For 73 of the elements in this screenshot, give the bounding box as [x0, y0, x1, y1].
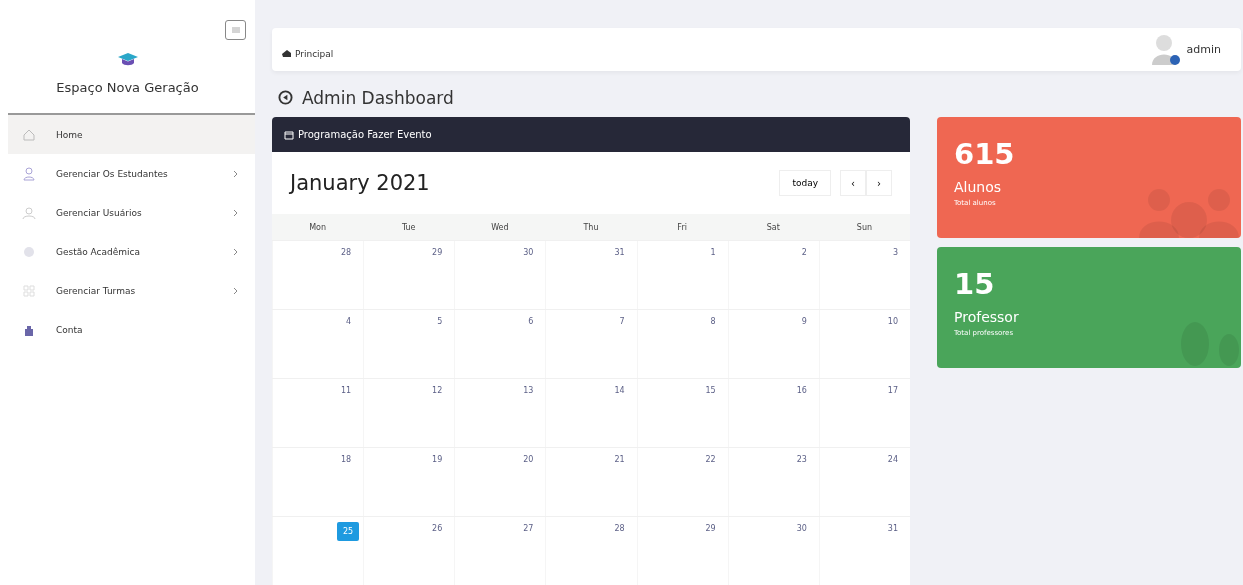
prev-button[interactable]: ‹ — [840, 170, 866, 196]
day-number[interactable]: 26 — [430, 522, 445, 535]
day-number[interactable]: 15 — [703, 384, 718, 397]
stat-label: Professor — [954, 309, 1020, 325]
card-title: Programação Fazer Evento — [298, 129, 432, 140]
stat-label: Alunos — [954, 179, 1003, 195]
day-number[interactable]: 17 — [885, 384, 900, 397]
day-number[interactable]: 23 — [794, 453, 809, 466]
day-number[interactable]: 22 — [703, 453, 718, 466]
day-number[interactable]: 14 — [612, 384, 627, 397]
day-number[interactable]: 18 — [338, 453, 354, 466]
day-number[interactable]: 30 — [794, 522, 809, 535]
brand-name: Espaço Nova Geração — [56, 80, 199, 95]
nav-item[interactable]: Conta — [8, 310, 255, 349]
weekday-label: Tue — [400, 222, 417, 232]
users-icon — [1139, 186, 1239, 238]
nav-item[interactable]: Gestão Acadêmica — [8, 232, 255, 271]
day-number[interactable]: 8 — [708, 315, 718, 328]
back-circle-icon[interactable] — [278, 90, 293, 106]
home-icon — [282, 50, 291, 58]
day-number[interactable]: 13 — [521, 384, 536, 397]
next-button[interactable]: › — [866, 170, 892, 196]
day-number[interactable]: 12 — [430, 384, 445, 397]
graduation-cap-icon — [116, 52, 139, 68]
weekday-label: Wed — [490, 222, 510, 232]
weekday-label: Fri — [676, 222, 688, 232]
day-number[interactable]: 19 — [430, 453, 445, 466]
day-number[interactable]: 20 — [521, 453, 536, 466]
day-number[interactable]: 16 — [794, 384, 809, 397]
grid-icon — [22, 283, 36, 298]
weekday-label: Sun — [855, 222, 874, 232]
weekday-label: Mon — [308, 222, 327, 232]
today-button[interactable]: today — [779, 170, 831, 196]
day-number[interactable]: 3 — [890, 246, 900, 259]
day-number[interactable]: 10 — [885, 315, 900, 328]
weekday-label: Sat — [765, 222, 781, 232]
day-number[interactable]: 2 — [799, 246, 809, 259]
day-number[interactable]: 21 — [612, 453, 627, 466]
circle-icon — [22, 244, 36, 259]
day-number[interactable]: 29 — [430, 246, 445, 259]
day-number[interactable]: 30 — [521, 246, 536, 259]
weekday-label: Thu — [582, 222, 600, 232]
day-number[interactable]: 7 — [617, 315, 627, 328]
day-number[interactable]: 1 — [708, 246, 718, 259]
people-icon — [1179, 322, 1239, 368]
nav-item[interactable]: Gerenciar Os Estudantes — [8, 154, 255, 193]
day-number[interactable]: 28 — [338, 246, 354, 259]
user-name[interactable]: admin — [1186, 43, 1221, 57]
nav-item[interactable]: Gerenciar Usuários — [8, 193, 255, 232]
breadcrumb-link[interactable]: Principal — [282, 48, 334, 59]
stat-value: 15 — [954, 267, 996, 301]
day-number[interactable]: 6 — [526, 315, 536, 328]
nav-item[interactable]: Home — [8, 115, 255, 154]
day-number[interactable]: 11 — [338, 384, 354, 397]
avatar-icon[interactable] — [1150, 32, 1181, 67]
day-number[interactable]: 4 — [344, 315, 354, 328]
day-number[interactable]: 5 — [435, 315, 445, 328]
day-number[interactable]: 31 — [612, 246, 627, 259]
stat-value: 615 — [954, 137, 1016, 171]
users-icon — [22, 205, 36, 220]
day-number[interactable]: 31 — [885, 522, 900, 535]
nav-item[interactable]: Gerenciar Turmas — [8, 271, 255, 310]
day-number[interactable]: 24 — [885, 453, 900, 466]
person-icon — [22, 166, 36, 181]
menu-toggle-button[interactable] — [225, 20, 246, 40]
home-icon — [22, 127, 36, 142]
day-number[interactable]: 29 — [703, 522, 718, 535]
day-number[interactable]: 27 — [521, 522, 536, 535]
month-title: January 2021 — [290, 171, 430, 195]
day-number[interactable]: 9 — [799, 315, 809, 328]
day-number[interactable]: 28 — [612, 522, 627, 535]
calendar-icon — [284, 129, 294, 140]
page-title: Admin Dashboard — [302, 87, 454, 108]
